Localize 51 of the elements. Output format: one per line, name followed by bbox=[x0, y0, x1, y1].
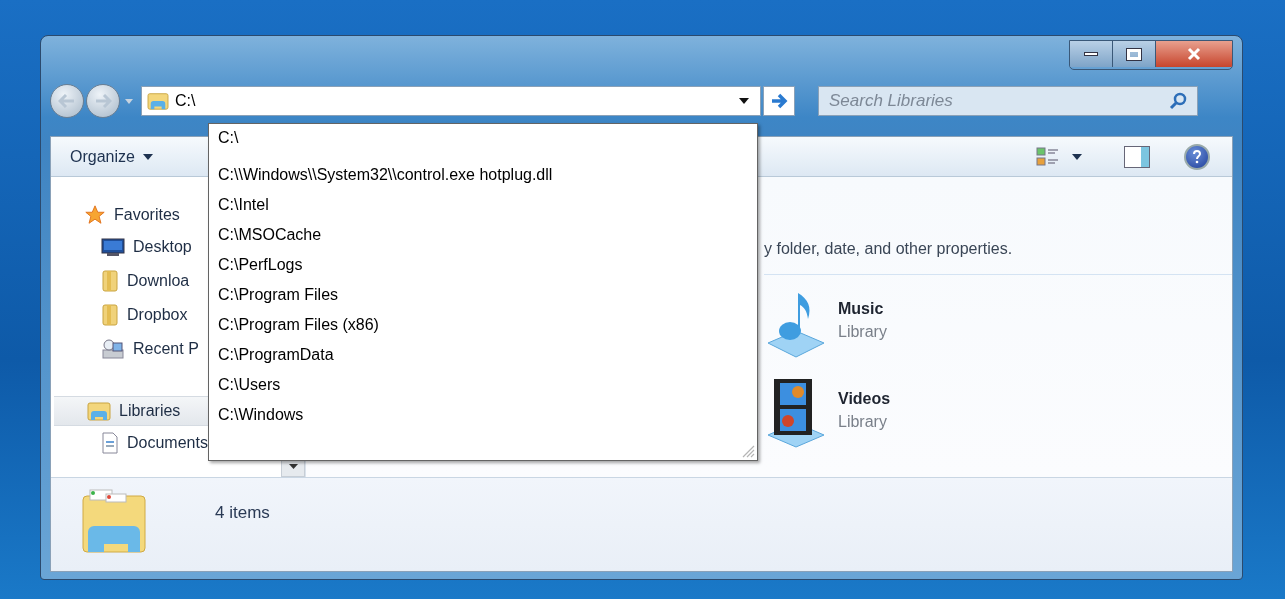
caret-icon bbox=[142, 153, 153, 160]
question-mark-icon bbox=[1192, 149, 1202, 164]
autocomplete-item[interactable]: C:\Program Files (x86) bbox=[209, 310, 757, 340]
autocomplete-item[interactable]: C:\ProgramData bbox=[209, 340, 757, 370]
forward-arrow-icon bbox=[94, 94, 112, 108]
library-name: Videos bbox=[838, 389, 891, 409]
view-list-icon bbox=[1036, 145, 1060, 168]
caret-icon bbox=[125, 98, 133, 104]
search-icon bbox=[1169, 92, 1187, 110]
item-count: 4 items bbox=[215, 502, 270, 524]
autocomplete-item[interactable]: C:\ bbox=[209, 126, 757, 160]
libraries-folder-icon bbox=[146, 91, 170, 111]
library-name: Music bbox=[838, 299, 885, 319]
library-type: Library bbox=[838, 322, 887, 342]
library-tile[interactable]: Music Library bbox=[764, 287, 984, 359]
monitor-icon bbox=[101, 237, 125, 257]
library-type: Library bbox=[838, 412, 888, 432]
back-button[interactable] bbox=[50, 84, 84, 118]
close-button[interactable] bbox=[1156, 41, 1232, 67]
arrow-right-icon bbox=[770, 93, 788, 109]
caret-icon bbox=[288, 463, 298, 469]
caret-icon bbox=[1072, 153, 1082, 160]
recent-places-icon bbox=[101, 338, 125, 360]
autocomplete-item[interactable]: C:\Intel bbox=[209, 190, 757, 220]
resize-grip-icon[interactable] bbox=[741, 444, 755, 458]
folder-icon bbox=[101, 269, 119, 293]
help-button[interactable] bbox=[1184, 143, 1210, 170]
folder-icon bbox=[101, 303, 119, 327]
autocomplete-item[interactable]: C:\MSOCache bbox=[209, 220, 757, 250]
library-description: y folder, date, and other properties. bbox=[764, 240, 1013, 257]
search-input[interactable]: Search Libraries bbox=[829, 88, 1169, 114]
autocomplete-item[interactable]: C:\\Windows\\System32\\control.exe hotplug.dll bbox=[209, 160, 757, 190]
preview-pane-button[interactable] bbox=[1124, 145, 1150, 168]
back-arrow-icon bbox=[58, 94, 76, 108]
close-icon bbox=[1186, 47, 1202, 61]
organize-button[interactable]: Organize bbox=[70, 144, 153, 169]
address-field[interactable]: C:\ bbox=[141, 86, 761, 116]
library-tile[interactable]: Videos Library bbox=[764, 377, 984, 449]
go-button[interactable] bbox=[763, 86, 795, 116]
address-input[interactable]: C:\ bbox=[175, 89, 738, 113]
forward-button[interactable] bbox=[86, 84, 120, 118]
document-icon bbox=[101, 432, 119, 454]
minimize-button[interactable] bbox=[1070, 41, 1113, 67]
autocomplete-item[interactable]: C:\PerfLogs bbox=[209, 250, 757, 280]
view-options-button[interactable] bbox=[1036, 145, 1082, 168]
search-field[interactable]: Search Libraries bbox=[818, 86, 1198, 116]
star-icon bbox=[84, 204, 106, 226]
autocomplete-item[interactable]: C:\Program Files bbox=[209, 280, 757, 310]
libraries-folder-icon bbox=[87, 400, 111, 422]
maximize-button[interactable] bbox=[1113, 41, 1156, 67]
caret-icon[interactable] bbox=[738, 97, 750, 105]
